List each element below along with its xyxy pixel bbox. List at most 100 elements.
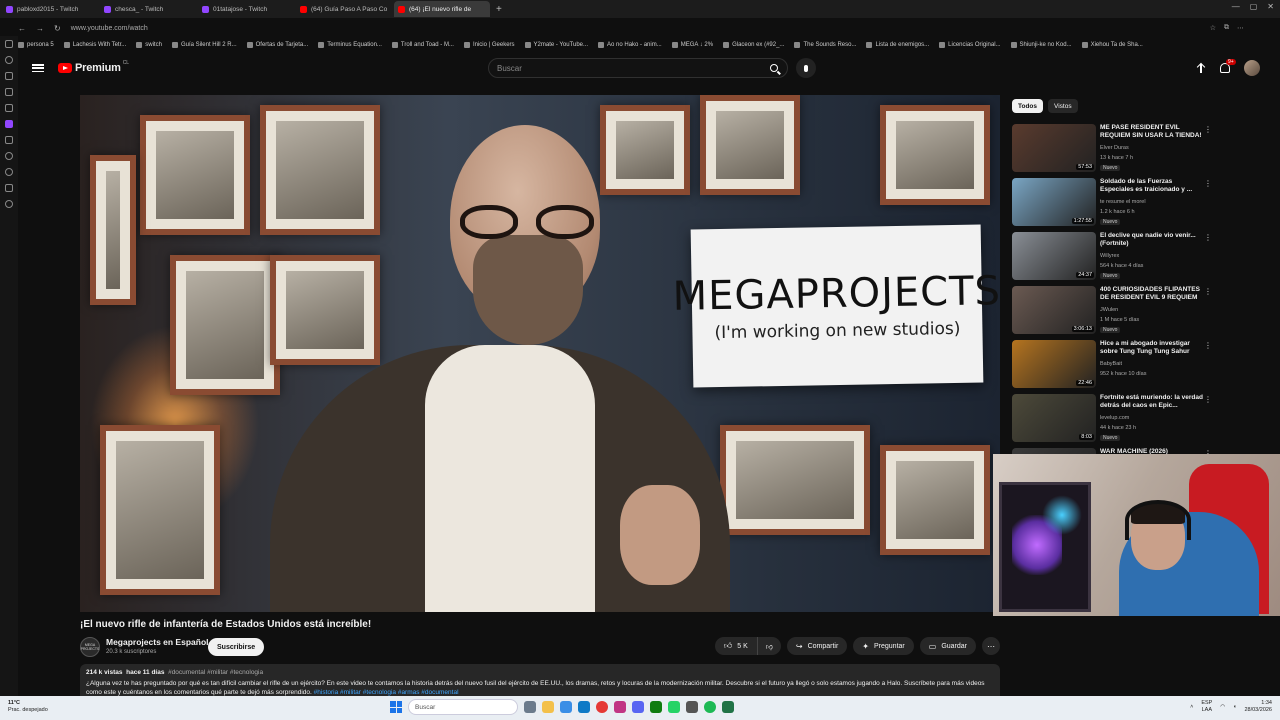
- search-button[interactable]: [761, 59, 787, 77]
- extensions-icon[interactable]: ⧉: [1224, 24, 1229, 32]
- file-explorer-icon[interactable]: [542, 701, 554, 713]
- recommendation-item[interactable]: 1:27:55 Soldado de las Fuerzas Especiales…: [1012, 177, 1222, 231]
- whatsapp-icon[interactable]: [668, 701, 680, 713]
- bookmark-item[interactable]: Troll and Toad - M...: [391, 42, 454, 48]
- account-avatar[interactable]: [1244, 60, 1260, 76]
- filter-chip[interactable]: Todos: [1012, 99, 1044, 113]
- description-hashtags[interactable]: #historia #militar #tecnologia #armas #d…: [314, 689, 459, 696]
- weather-widget[interactable]: 11°C Prac. despejado: [8, 700, 48, 714]
- tray-chevron-icon[interactable]: ˄: [1190, 704, 1193, 710]
- opera-icon[interactable]: [596, 701, 608, 713]
- recommendation-thumbnail[interactable]: 3:06:13: [1012, 286, 1096, 334]
- sidebar-history-icon[interactable]: [5, 56, 13, 64]
- taskbar-search[interactable]: Buscar: [408, 699, 518, 715]
- store-icon[interactable]: [578, 701, 590, 713]
- recommendation-menu-icon[interactable]: ⋮: [1204, 287, 1212, 296]
- back-icon[interactable]: ←: [18, 24, 26, 33]
- excel-icon[interactable]: [722, 701, 734, 713]
- browser-tab[interactable]: (64) Guía Paso A Paso Co: [296, 1, 392, 17]
- channel-avatar[interactable]: MEGA PROJECTS: [80, 637, 100, 657]
- xbox-icon[interactable]: [650, 701, 662, 713]
- video-player[interactable]: MEGAPROJECTS (I'm working on new studios…: [80, 95, 1000, 612]
- channel-name[interactable]: Megaprojects en Español: [106, 637, 209, 647]
- hamburger-menu-icon[interactable]: [32, 62, 44, 74]
- bookmark-item[interactable]: Lachesis With Tetr...: [63, 42, 126, 48]
- recommendation-menu-icon[interactable]: ⋮: [1204, 341, 1212, 350]
- bookmark-star-icon[interactable]: ☆: [1210, 24, 1216, 32]
- reload-icon[interactable]: ↻: [54, 24, 61, 33]
- browser-tab[interactable]: 01tatajose - Twitch: [198, 1, 294, 17]
- recommendation-menu-icon[interactable]: ⋮: [1204, 125, 1212, 134]
- bookmark-item[interactable]: Licencias Original...: [939, 42, 1001, 48]
- bookmark-item[interactable]: Inicio | Geekers: [463, 42, 515, 48]
- bookmark-item[interactable]: Ao no Hako - anim...: [598, 42, 662, 48]
- discord-icon[interactable]: [632, 701, 644, 713]
- task-view-icon[interactable]: [524, 701, 536, 713]
- like-button[interactable]: 👍︎ 5 K: [714, 637, 758, 655]
- minimize-icon[interactable]: —: [1232, 2, 1240, 11]
- browser-tab[interactable]: chesca_ - Twitch: [100, 1, 196, 17]
- bookmark-item[interactable]: Glaceon ex (#92_...: [723, 42, 784, 48]
- recommendation-item[interactable]: 22:46 Hice a mi abogado investigar sobre …: [1012, 339, 1222, 393]
- share-button[interactable]: ↪ Compartir: [786, 637, 848, 655]
- more-actions-button[interactable]: ⋯: [982, 637, 1000, 655]
- sidebar-clock-icon[interactable]: [5, 168, 13, 176]
- bookmark-item[interactable]: Ofertas de Tarjeta...: [246, 42, 308, 48]
- volume-icon[interactable]: ◖: [1233, 704, 1236, 710]
- sidebar-home-icon[interactable]: [5, 40, 13, 48]
- sidebar-cube-icon[interactable]: [5, 184, 13, 192]
- recommendation-thumbnail[interactable]: 1:27:55: [1012, 178, 1096, 226]
- filter-chip[interactable]: Vistos: [1048, 99, 1078, 113]
- clock[interactable]: 1:34 28/03/2026: [1244, 700, 1272, 714]
- bookmark-item[interactable]: Y2mate - YouTube...: [524, 42, 588, 48]
- recommendation-thumbnail[interactable]: 8:03: [1012, 394, 1096, 442]
- spotify-icon[interactable]: [704, 701, 716, 713]
- maximize-icon[interactable]: ▢: [1250, 2, 1258, 11]
- recommendation-item[interactable]: 57:53 ME PASÉ RESIDENT EVIL REQUIEM SIN U…: [1012, 123, 1222, 177]
- bookmark-item[interactable]: Terminus Equation...: [318, 42, 382, 48]
- ask-button[interactable]: ✦ Preguntar: [853, 637, 914, 655]
- browser-menu-icon[interactable]: ⋯: [1237, 24, 1244, 32]
- bookmark-item[interactable]: Lista de enemigos...: [866, 42, 929, 48]
- sidebar-news-icon[interactable]: [5, 104, 13, 112]
- language-indicator[interactable]: ESP LAA: [1201, 700, 1212, 714]
- bookmark-item[interactable]: persona 5: [18, 42, 54, 48]
- recommendation-thumbnail[interactable]: 22:46: [1012, 340, 1096, 388]
- bookmark-item[interactable]: Xiehou Ta de Sha...: [1081, 42, 1143, 48]
- forward-icon[interactable]: →: [36, 24, 44, 33]
- close-icon[interactable]: ✕: [1267, 2, 1274, 11]
- recommendation-menu-icon[interactable]: ⋮: [1204, 395, 1212, 404]
- sidebar-notes-icon[interactable]: [5, 88, 13, 96]
- instagram-icon[interactable]: [614, 701, 626, 713]
- bookmark-item[interactable]: The Sounds Reso...: [794, 42, 856, 48]
- windows-start-icon[interactable]: [390, 701, 402, 713]
- bookmark-item[interactable]: Guía Silent Hill 2 R...: [171, 42, 237, 48]
- browser-tab[interactable]: (64) ¡El nuevo rifle de: [394, 1, 490, 17]
- save-button[interactable]: ▭ Guardar: [919, 637, 976, 655]
- url-field[interactable]: www.youtube.com/watch: [71, 25, 148, 32]
- search-input[interactable]: [489, 63, 761, 73]
- bookmark-item[interactable]: MEGA ↓ 2%: [671, 42, 713, 48]
- steam-icon[interactable]: [686, 701, 698, 713]
- sidebar-store-icon[interactable]: [5, 72, 13, 80]
- recommendation-item[interactable]: 3:06:13 400 CURIOSIDADES FLIPANTES DE RES…: [1012, 285, 1222, 339]
- recommendation-menu-icon[interactable]: ⋮: [1204, 179, 1212, 188]
- recommendation-thumbnail[interactable]: 57:53: [1012, 124, 1096, 172]
- edge-icon[interactable]: [560, 701, 572, 713]
- recommendation-item[interactable]: 24:37 El declive que nadie vio venir... (…: [1012, 231, 1222, 285]
- sidebar-twitch-icon[interactable]: [5, 120, 13, 128]
- youtube-logo[interactable]: Premium CL: [58, 60, 129, 74]
- bookmark-item[interactable]: Shiunji-ke no Kod...: [1010, 42, 1072, 48]
- dislike-button[interactable]: 👎︎: [757, 637, 781, 655]
- wifi-icon[interactable]: ◠: [1220, 704, 1225, 710]
- recommendation-menu-icon[interactable]: ⋮: [1204, 233, 1212, 242]
- voice-search-button[interactable]: [796, 58, 816, 78]
- recommendation-thumbnail[interactable]: 24:37: [1012, 232, 1096, 280]
- new-tab-icon[interactable]: +: [496, 4, 502, 15]
- subscribe-button[interactable]: Suscribirse: [208, 638, 265, 656]
- browser-tab[interactable]: pabloxd2015 - Twitch: [2, 1, 98, 17]
- notifications-bell-icon[interactable]: 9+: [1220, 59, 1236, 73]
- sidebar-player-icon[interactable]: [5, 152, 13, 160]
- sidebar-settings-icon[interactable]: [5, 200, 13, 208]
- bookmark-item[interactable]: switch: [136, 42, 162, 48]
